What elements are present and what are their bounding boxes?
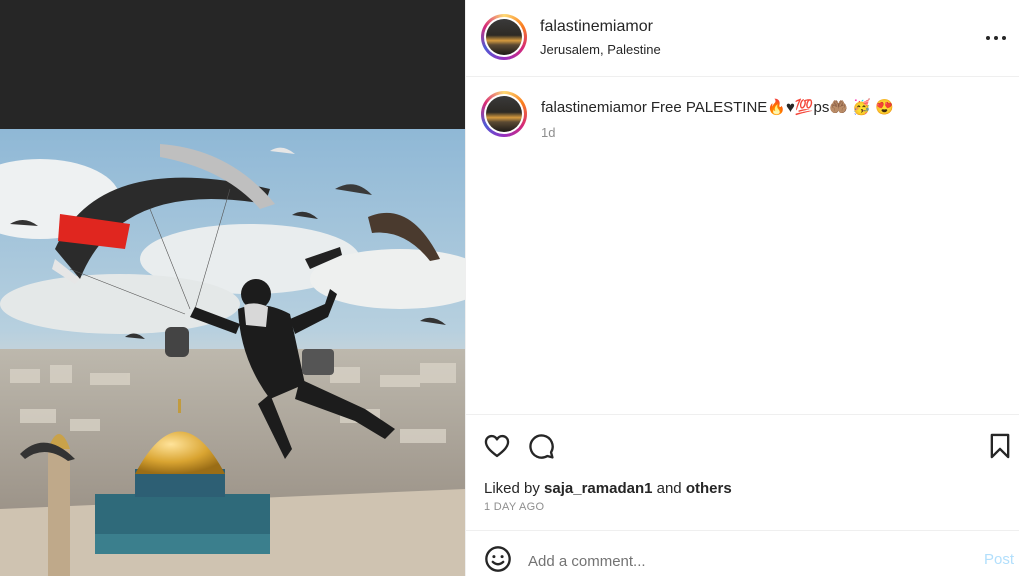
comment-bar: Post [466, 530, 1019, 576]
avatar-image [486, 19, 522, 55]
header-username[interactable]: falastinemiamor [540, 18, 653, 36]
likes-summary: Liked by saja_ramadan1 and others [484, 480, 732, 497]
caption-timestamp[interactable]: 1d [541, 125, 555, 140]
instagram-post-view: falastinemiamor Jerusalem, Palestine fal… [0, 0, 1019, 576]
post-media[interactable] [0, 0, 465, 576]
comment-input[interactable] [528, 549, 948, 573]
emoji-icon[interactable] [484, 545, 512, 573]
caption-section: falastinemiamor Free PALESTINE🔥♥💯ps🤲🏽 🥳 😍… [466, 78, 1019, 415]
bookmark-icon[interactable] [986, 432, 1014, 460]
avatar-image [486, 96, 522, 132]
post-details-panel: falastinemiamor Jerusalem, Palestine fal… [465, 0, 1019, 576]
caption-text: falastinemiamor Free PALESTINE🔥♥💯ps🤲🏽 🥳 😍 [541, 98, 894, 116]
action-bar [466, 416, 1019, 476]
liked-by-user[interactable]: saja_ramadan1 [544, 480, 652, 497]
liked-by-others[interactable]: others [686, 480, 732, 497]
heart-icon[interactable] [483, 432, 511, 460]
more-options-icon[interactable] [984, 26, 1008, 50]
caption-avatar[interactable] [481, 91, 527, 137]
post-header: falastinemiamor Jerusalem, Palestine [466, 0, 1019, 77]
avatar[interactable] [481, 14, 527, 60]
caption-body: Free PALESTINE🔥♥💯ps🤲🏽 🥳 😍 [650, 99, 894, 116]
caption-username[interactable]: falastinemiamor [541, 99, 647, 116]
post-date[interactable]: 1 DAY AGO [484, 501, 544, 513]
location-link[interactable]: Jerusalem, Palestine [540, 42, 661, 57]
post-image [0, 129, 465, 576]
comment-icon[interactable] [527, 432, 555, 460]
media-letterbox [0, 0, 465, 129]
post-comment-button[interactable]: Post [984, 551, 1014, 568]
